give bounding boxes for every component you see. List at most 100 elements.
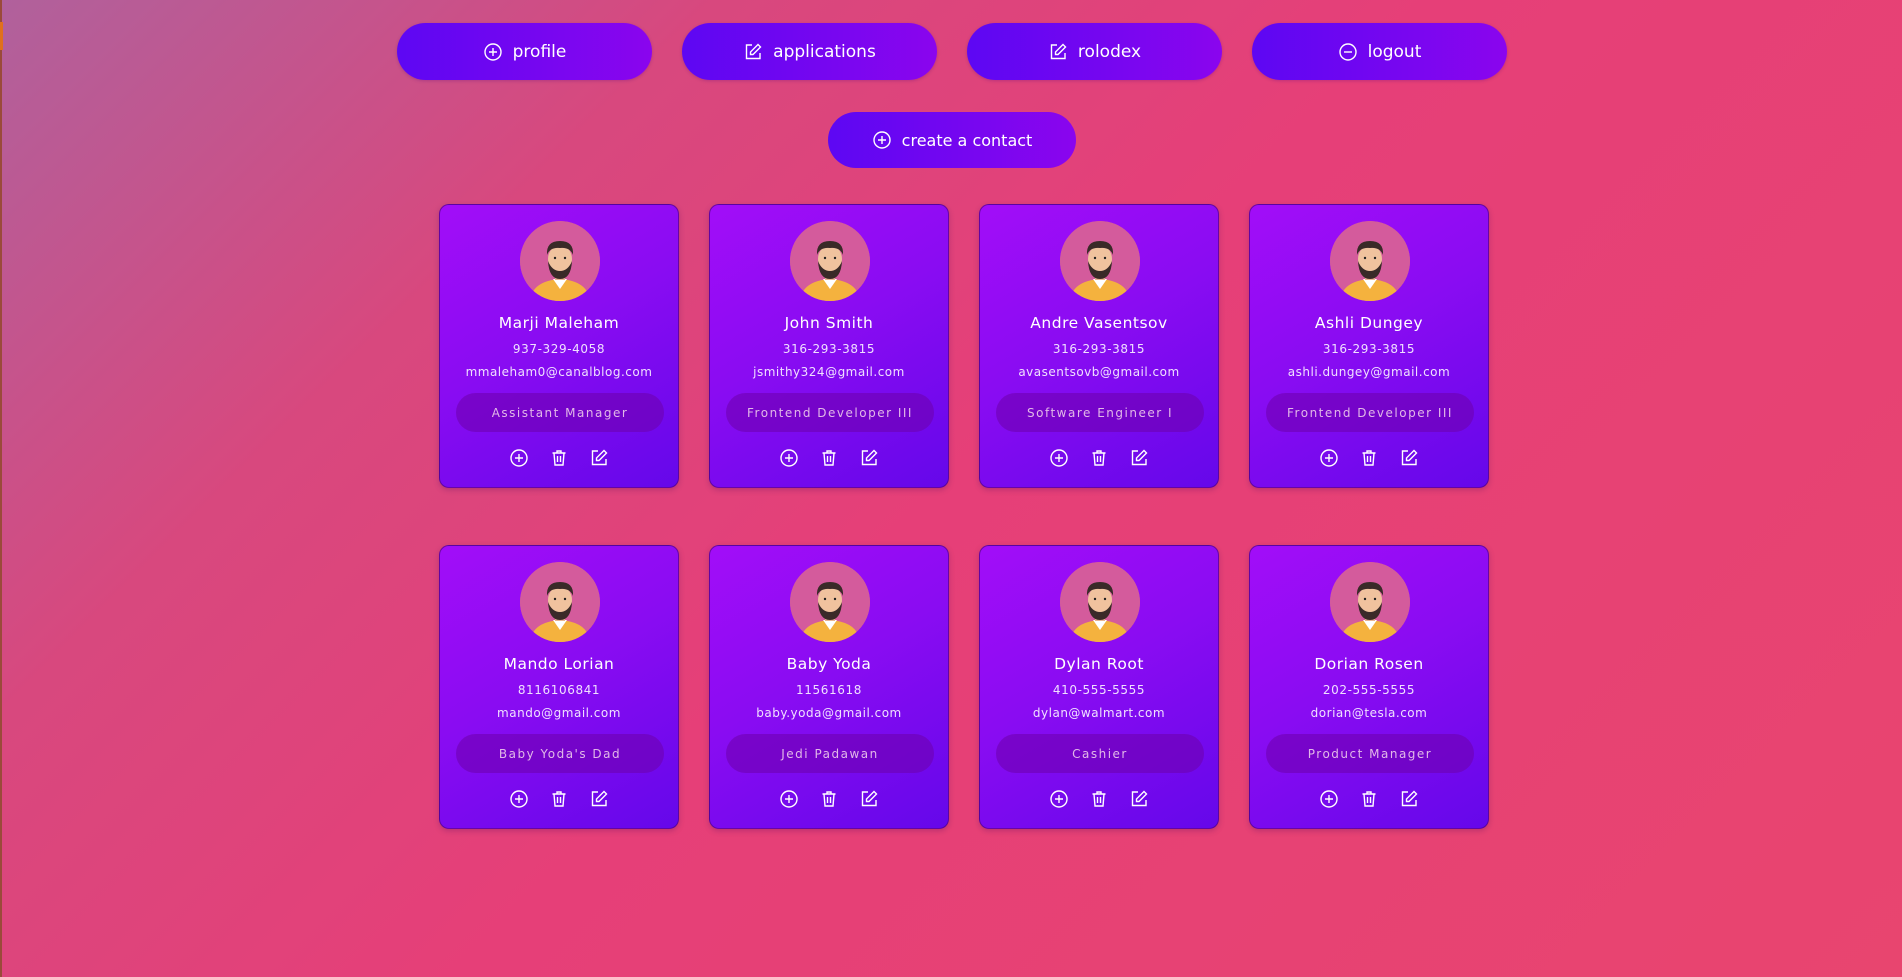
contact-role-badge: Cashier	[996, 734, 1204, 773]
avatar	[790, 562, 870, 642]
add-icon[interactable]	[1049, 789, 1069, 809]
contact-email: mando@gmail.com	[497, 706, 621, 720]
trash-icon[interactable]	[819, 448, 839, 468]
create-contact-button[interactable]: create a contact	[828, 112, 1076, 168]
logout-label: logout	[1367, 41, 1422, 62]
avatar	[520, 562, 600, 642]
contact-card: Ashli Dungey 316-293-3815 ashli.dungey@g…	[1249, 204, 1489, 488]
contact-card: Andre Vasentsov 316-293-3815 avasentsovb…	[979, 204, 1219, 488]
add-icon[interactable]	[779, 789, 799, 809]
trash-icon[interactable]	[1089, 789, 1109, 809]
card-actions	[440, 448, 678, 468]
contact-phone: 11561618	[796, 683, 862, 697]
edit-icon	[1048, 42, 1068, 62]
contact-name: Mando Lorian	[503, 655, 615, 673]
contact-role-badge: Frontend Developer III	[726, 393, 934, 432]
person-avatar-icon	[790, 221, 870, 301]
contact-name: Ashli Dungey	[1314, 314, 1424, 332]
trash-icon[interactable]	[819, 789, 839, 809]
contact-email: jsmithy324@gmail.com	[753, 365, 905, 379]
edit-icon[interactable]	[1129, 789, 1149, 809]
contact-role-badge: Assistant Manager	[456, 393, 664, 432]
card-actions	[710, 448, 948, 468]
rolodex-label: rolodex	[1077, 41, 1142, 62]
contact-email: baby.yoda@gmail.com	[756, 706, 902, 720]
edit-icon[interactable]	[589, 448, 609, 468]
create-contact-label: create a contact	[901, 130, 1033, 150]
add-icon[interactable]	[509, 448, 529, 468]
trash-icon[interactable]	[1359, 448, 1379, 468]
applications-label: applications	[773, 41, 876, 62]
card-actions	[980, 448, 1218, 468]
plus-circle-icon	[872, 130, 892, 150]
person-avatar-icon	[520, 221, 600, 301]
contact-phone: 316-293-3815	[782, 342, 876, 356]
card-actions	[980, 789, 1218, 809]
trash-icon[interactable]	[549, 789, 569, 809]
contact-phone: 202-555-5555	[1322, 683, 1416, 697]
contact-name: John Smith	[784, 314, 874, 332]
add-icon[interactable]	[779, 448, 799, 468]
contact-phone: 316-293-3815	[1322, 342, 1416, 356]
contact-phone: 937-329-4058	[512, 342, 606, 356]
trash-icon[interactable]	[549, 448, 569, 468]
minus-circle-icon	[1338, 42, 1358, 62]
contact-phone: 316-293-3815	[1052, 342, 1146, 356]
contact-name: Andre Vasentsov	[1030, 314, 1168, 332]
rolodex-button[interactable]: rolodex	[967, 23, 1222, 80]
edit-icon	[743, 42, 763, 62]
add-icon[interactable]	[509, 789, 529, 809]
contact-card: Dorian Rosen 202-555-5555 dorian@tesla.c…	[1249, 545, 1489, 829]
avatar	[1060, 221, 1140, 301]
person-avatar-icon	[1060, 221, 1140, 301]
person-avatar-icon	[1060, 562, 1140, 642]
card-actions	[1250, 448, 1488, 468]
person-avatar-icon	[1330, 221, 1410, 301]
contact-email: mmaleham0@canalblog.com	[465, 365, 653, 379]
person-avatar-icon	[1330, 562, 1410, 642]
applications-button[interactable]: applications	[682, 23, 937, 80]
avatar	[1330, 221, 1410, 301]
person-avatar-icon	[790, 562, 870, 642]
plus-circle-icon	[483, 42, 503, 62]
contact-phone: 8116106841	[517, 683, 601, 697]
contact-phone: 410-555-5555	[1052, 683, 1146, 697]
add-icon[interactable]	[1319, 789, 1339, 809]
contact-role-badge: Baby Yoda's Dad	[456, 734, 664, 773]
trash-icon[interactable]	[1089, 448, 1109, 468]
profile-label: profile	[512, 41, 567, 62]
trash-icon[interactable]	[1359, 789, 1379, 809]
card-actions	[1250, 789, 1488, 809]
avatar	[1330, 562, 1410, 642]
card-actions	[710, 789, 948, 809]
contact-role-badge: Frontend Developer III	[1266, 393, 1474, 432]
contact-card: John Smith 316-293-3815 jsmithy324@gmail…	[709, 204, 949, 488]
edit-icon[interactable]	[1129, 448, 1149, 468]
contact-role-badge: Software Engineer I	[996, 393, 1204, 432]
card-actions	[440, 789, 678, 809]
add-icon[interactable]	[1049, 448, 1069, 468]
edit-icon[interactable]	[859, 448, 879, 468]
avatar	[520, 221, 600, 301]
add-icon[interactable]	[1319, 448, 1339, 468]
contact-role-badge: Jedi Padawan	[726, 734, 934, 773]
contact-card: Mando Lorian 8116106841 mando@gmail.com …	[439, 545, 679, 829]
logout-button[interactable]: logout	[1252, 23, 1507, 80]
edit-icon[interactable]	[589, 789, 609, 809]
contact-card: Marji Maleham 937-329-4058 mmaleham0@can…	[439, 204, 679, 488]
edit-icon[interactable]	[1399, 789, 1419, 809]
contact-email: dorian@tesla.com	[1310, 706, 1428, 720]
contact-email: avasentsovb@gmail.com	[1018, 365, 1180, 379]
avatar	[790, 221, 870, 301]
contact-card: Baby Yoda 11561618 baby.yoda@gmail.com J…	[709, 545, 949, 829]
contact-name: Marji Maleham	[498, 314, 620, 332]
window-edge	[0, 0, 2, 977]
avatar	[1060, 562, 1140, 642]
contact-card: Dylan Root 410-555-5555 dylan@walmart.co…	[979, 545, 1219, 829]
window-edge-accent	[0, 22, 3, 50]
profile-button[interactable]: profile	[397, 23, 652, 80]
person-avatar-icon	[520, 562, 600, 642]
contact-name: Dylan Root	[1054, 655, 1144, 673]
edit-icon[interactable]	[1399, 448, 1419, 468]
edit-icon[interactable]	[859, 789, 879, 809]
